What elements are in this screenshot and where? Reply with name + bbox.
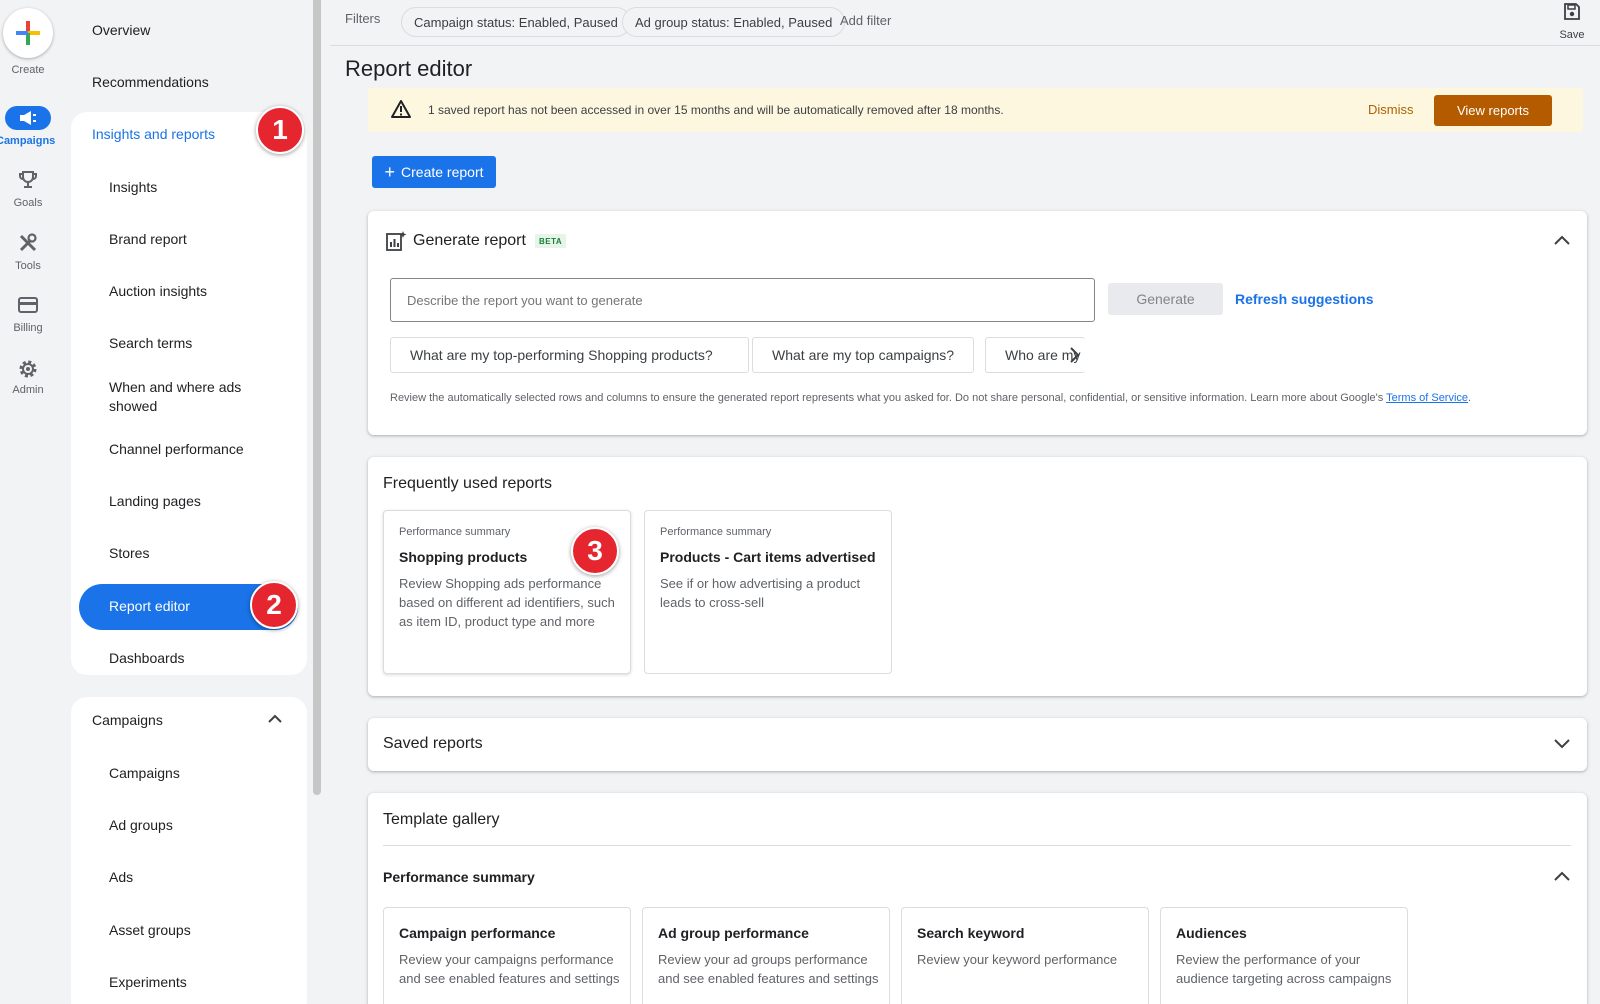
template-card-desc: Review the performance of your audience … — [1176, 952, 1392, 986]
page-title: Report editor — [345, 56, 473, 81]
alert-text: 1 saved report has not been accessed in … — [428, 103, 1004, 117]
nav-item-report-editor[interactable]: Report editor — [109, 597, 190, 616]
template-card-desc: Review your campaigns performance and se… — [399, 952, 620, 986]
performance-summary-header: Performance summary — [383, 869, 535, 885]
template-card-search-keyword[interactable]: Search keyword Review your keyword perfo… — [901, 907, 1149, 1004]
nav-item-insights[interactable]: Insights — [109, 178, 157, 197]
filter-chip-ad-group-status[interactable]: Ad group status: Enabled, Paused — [622, 7, 846, 37]
warning-icon — [391, 100, 411, 118]
chevron-up-icon[interactable] — [1554, 235, 1570, 245]
tools-icon — [19, 233, 37, 252]
template-card-title: Search keyword — [917, 925, 1025, 941]
create-button[interactable] — [3, 8, 53, 58]
create-report-button[interactable]: + Create report — [372, 156, 496, 188]
save-icon — [1564, 3, 1580, 20]
describe-report-input[interactable] — [390, 278, 1095, 322]
disclaimer-body: Review the automatically selected rows a… — [390, 392, 1387, 404]
template-card-title: Ad group performance — [658, 925, 809, 941]
report-card-desc: Review Shopping ads performance based on… — [399, 576, 615, 629]
generate-button[interactable]: Generate — [1108, 283, 1223, 315]
divider — [383, 845, 1571, 846]
template-card-title: Campaign performance — [399, 925, 556, 941]
chevron-down-icon[interactable] — [1554, 739, 1570, 749]
template-card-desc: Review your keyword performance — [917, 952, 1118, 967]
template-card-campaign-performance[interactable]: Campaign performance Review your campaig… — [383, 907, 631, 1004]
generate-report-title: Generate report — [413, 232, 526, 249]
nav-item-search-terms[interactable]: Search terms — [109, 334, 192, 353]
dismiss-button[interactable]: Dismiss — [1368, 102, 1414, 117]
disclaimer-period: . — [1468, 392, 1472, 404]
suggestion-chip[interactable]: What are my top-performing Shopping prod… — [390, 337, 749, 373]
disclaimer-text: Review the automatically selected rows a… — [390, 392, 1471, 404]
template-gallery-card: Template gallery Performance summary Cam… — [368, 793, 1587, 1004]
saved-reports-card[interactable]: Saved reports — [368, 718, 1587, 771]
saved-reports-title: Saved reports — [383, 735, 483, 752]
chevron-up-icon[interactable] — [268, 714, 282, 724]
rail-label-campaigns: Campaigns — [0, 135, 56, 147]
report-card-desc: See if or how advertising a product lead… — [660, 576, 861, 610]
save-button[interactable]: Save — [1552, 2, 1592, 41]
megaphone-icon — [20, 111, 36, 125]
filters-label: Filters — [345, 11, 381, 26]
gear-icon — [19, 360, 37, 378]
nav-campaigns-group — [71, 697, 307, 1004]
terms-of-service-link[interactable]: Terms of Service — [1386, 392, 1468, 404]
step-badge-1: 1 — [256, 106, 304, 154]
nav-item-experiments[interactable]: Experiments — [109, 973, 187, 992]
template-card-audiences[interactable]: Audiences Review the performance of your… — [1160, 907, 1408, 1004]
chevron-up-icon[interactable] — [1554, 871, 1570, 881]
create-report-label: Create report — [401, 164, 484, 180]
save-label: Save — [1559, 29, 1585, 41]
nav-recommendations[interactable]: Recommendations — [92, 74, 209, 90]
report-card-kicker: Performance summary — [660, 526, 772, 538]
plus-icon: + — [384, 162, 396, 182]
left-rail: Create Campaigns Goals Tools Billing Adm… — [0, 0, 56, 1004]
rail-label-admin: Admin — [12, 384, 44, 396]
step-badge-3: 3 — [571, 527, 619, 575]
nav-item-when-where[interactable]: When and where ads showed — [109, 378, 269, 416]
sidebar-scrollbar[interactable] — [313, 0, 321, 795]
nav-item-channel-performance[interactable]: Channel performance — [109, 440, 244, 459]
report-card-title: Shopping products — [399, 549, 528, 565]
credit-card-icon — [18, 297, 38, 313]
nav-item-auction-insights[interactable]: Auction insights — [109, 282, 207, 301]
nav-campaigns-header[interactable]: Campaigns — [92, 712, 163, 728]
beta-badge: BETA — [535, 234, 567, 248]
nav-overview[interactable]: Overview — [92, 22, 150, 38]
template-gallery-title: Template gallery — [383, 811, 500, 828]
rail-label-goals: Goals — [13, 197, 43, 209]
report-card-cart-items[interactable]: Performance summary Products - Cart item… — [644, 510, 892, 674]
nav-item-stores[interactable]: Stores — [109, 544, 149, 563]
plus-icon — [16, 21, 40, 45]
frequently-used-title: Frequently used reports — [383, 475, 552, 492]
suggestion-chip[interactable]: What are my top campaigns? — [752, 337, 974, 373]
nav-insights-and-reports[interactable]: Insights and reports — [92, 126, 215, 142]
nav-item-ads[interactable]: Ads — [109, 868, 133, 887]
nav-item-asset-groups[interactable]: Asset groups — [109, 921, 191, 940]
frequently-used-card: Frequently used reports Performance summ… — [368, 457, 1587, 696]
rail-label-tools: Tools — [15, 260, 41, 272]
nav-item-ad-groups[interactable]: Ad groups — [109, 816, 173, 835]
generate-report-card: Generate report BETA Generate Refresh su… — [368, 211, 1587, 435]
trophy-icon — [19, 171, 37, 188]
nav-item-dashboards[interactable]: Dashboards — [109, 649, 185, 668]
alert-banner: 1 saved report has not been accessed in … — [368, 88, 1583, 132]
step-badge-2: 2 — [250, 581, 298, 629]
template-card-ad-group-performance[interactable]: Ad group performance Review your ad grou… — [642, 907, 890, 1004]
create-label: Create — [11, 64, 45, 76]
nav-item-brand-report[interactable]: Brand report — [109, 230, 187, 249]
report-sparkle-icon — [386, 231, 407, 251]
report-card-kicker: Performance summary — [399, 526, 511, 538]
view-reports-button[interactable]: View reports — [1434, 95, 1552, 126]
report-card-title: Products - Cart items advertised — [660, 549, 876, 565]
rail-label-billing: Billing — [13, 322, 43, 334]
template-card-title: Audiences — [1176, 925, 1247, 941]
refresh-suggestions-link[interactable]: Refresh suggestions — [1235, 291, 1373, 307]
filter-chip-campaign-status[interactable]: Campaign status: Enabled, Paused — [401, 7, 631, 37]
nav-item-campaigns[interactable]: Campaigns — [109, 764, 180, 783]
nav-item-landing-pages[interactable]: Landing pages — [109, 492, 201, 511]
template-card-desc: Review your ad groups performance and se… — [658, 952, 879, 986]
add-filter-link[interactable]: Add filter — [840, 13, 891, 28]
chevron-right-icon[interactable] — [1068, 347, 1080, 363]
